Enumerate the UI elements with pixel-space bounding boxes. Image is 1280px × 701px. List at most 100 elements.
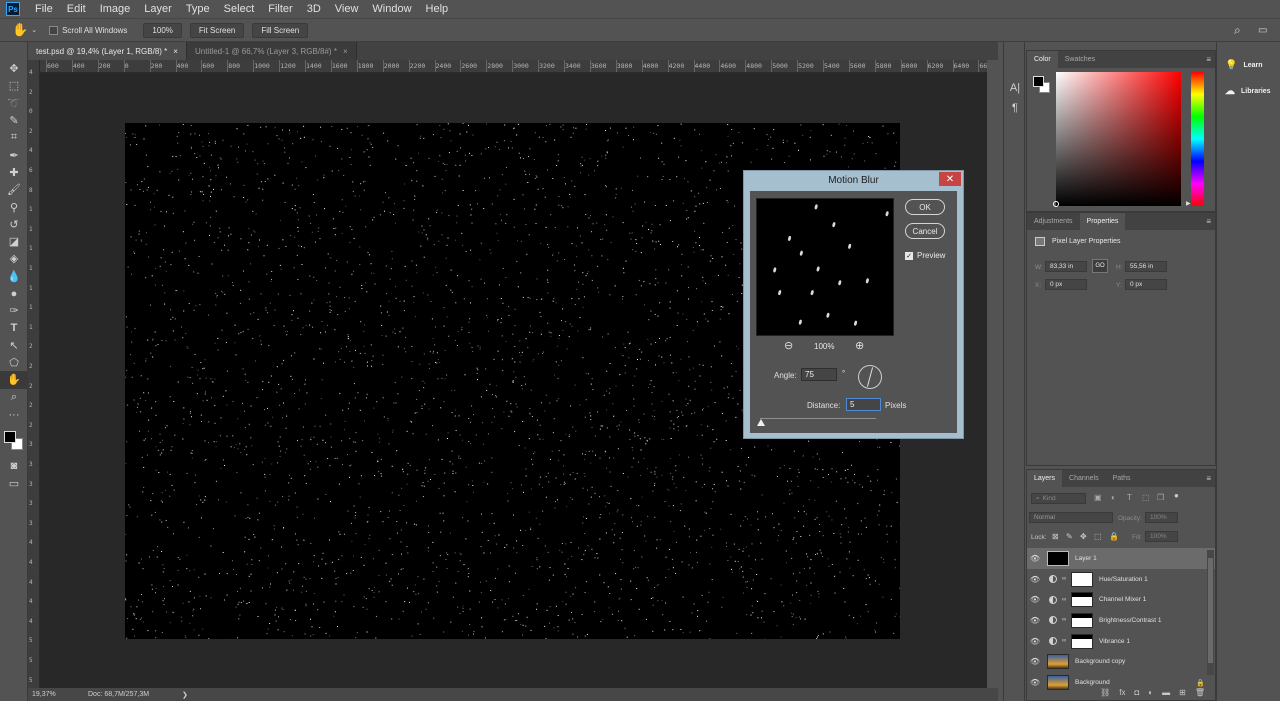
- history-brush-tool-icon[interactable]: ↺: [0, 216, 28, 233]
- checkbox-box[interactable]: [49, 25, 59, 35]
- screen-mode-icon[interactable]: ▭: [0, 475, 28, 492]
- blend-mode-select[interactable]: Normal: [1029, 512, 1113, 523]
- link-layers-icon[interactable]: ⛓: [1100, 688, 1110, 697]
- hand-tool-icon[interactable]: ✋: [0, 371, 28, 389]
- paint-bucket-tool-icon[interactable]: ◈: [0, 250, 28, 267]
- status-menu-arrow-icon[interactable]: ❯: [182, 691, 188, 699]
- x-field[interactable]: 0 px: [1045, 279, 1087, 290]
- paragraph-panel-icon[interactable]: ¶: [1004, 98, 1026, 118]
- tool-preset-chevron-down-icon[interactable]: ⌄: [31, 26, 37, 34]
- trash-icon[interactable]: 🗑: [1195, 688, 1205, 697]
- angle-input[interactable]: 75: [801, 368, 837, 381]
- eye-icon[interactable]: 👁: [1027, 657, 1043, 666]
- layers-scrollbar-thumb[interactable]: [1208, 558, 1213, 663]
- healing-brush-tool-icon[interactable]: ✚: [0, 164, 28, 181]
- learn-button[interactable]: 💡 Learn: [1217, 52, 1280, 78]
- filter-pixel-icon[interactable]: ▣: [1094, 493, 1102, 502]
- menu-filter[interactable]: Filter: [261, 3, 299, 15]
- shape-tool-icon[interactable]: ⬠: [0, 354, 28, 371]
- filter-toggle-icon[interactable]: ●: [1174, 491, 1179, 500]
- color-picker-field[interactable]: [1056, 72, 1181, 206]
- new-layer-icon[interactable]: ⊞: [1179, 688, 1186, 697]
- width-field[interactable]: 83,33 in: [1045, 261, 1087, 272]
- brush-tool-icon[interactable]: 🖌: [0, 181, 28, 198]
- fill-field[interactable]: 100%: [1145, 531, 1178, 542]
- menu-layer[interactable]: Layer: [137, 3, 179, 15]
- eraser-tool-icon[interactable]: ◪: [0, 233, 28, 250]
- height-field[interactable]: 55,56 in: [1125, 261, 1167, 272]
- y-field[interactable]: 0 px: [1125, 279, 1167, 290]
- hue-slider[interactable]: [1191, 72, 1204, 206]
- menu-view[interactable]: View: [328, 3, 366, 15]
- blur-tool-icon[interactable]: 💧: [0, 268, 28, 285]
- ok-button[interactable]: OK: [905, 199, 945, 215]
- filter-type-icon[interactable]: T: [1127, 493, 1132, 502]
- zoom-level[interactable]: 19,37%: [32, 691, 84, 698]
- quick-select-tool-icon[interactable]: ✎: [0, 112, 28, 129]
- vertical-ruler[interactable]: 42024681111111222223333344444555: [28, 60, 40, 688]
- panel-menu-icon[interactable]: ≡: [1206, 474, 1211, 483]
- menu-3d[interactable]: 3D: [300, 3, 328, 15]
- workspace-icon[interactable]: ▭: [1258, 25, 1267, 36]
- cancel-button[interactable]: Cancel: [905, 223, 945, 239]
- layer-row[interactable]: 👁 ∞ Vibrance 1: [1027, 631, 1215, 652]
- layer-filter-kind[interactable]: ⌕ Kind: [1031, 493, 1086, 504]
- close-icon[interactable]: ×: [343, 47, 348, 56]
- search-icon[interactable]: ⌕: [1234, 23, 1241, 38]
- preview-check-icon[interactable]: ✓: [905, 251, 913, 260]
- panel-menu-icon[interactable]: ≡: [1206, 55, 1211, 64]
- zoom-out-icon[interactable]: ⊖: [784, 339, 793, 352]
- tab-swatches[interactable]: Swatches: [1058, 51, 1102, 68]
- menu-type[interactable]: Type: [179, 3, 217, 15]
- move-tool-icon[interactable]: ✥: [0, 60, 28, 77]
- tab-properties[interactable]: Properties: [1079, 213, 1126, 230]
- mask-link-icon[interactable]: ∞: [1062, 617, 1066, 623]
- more-tools-icon[interactable]: ···: [0, 406, 28, 423]
- mask-link-icon[interactable]: ∞: [1062, 576, 1066, 582]
- quick-mask-icon[interactable]: ◙: [0, 457, 28, 474]
- lock-all-icon[interactable]: 🔒: [1109, 532, 1119, 541]
- character-panel-icon[interactable]: A|: [1004, 78, 1026, 98]
- color-swatches[interactable]: [0, 423, 27, 457]
- distance-slider-track[interactable]: [760, 418, 876, 419]
- tab-channels[interactable]: Channels: [1062, 470, 1106, 487]
- layer-row[interactable]: 👁 Background copy: [1027, 652, 1215, 673]
- layer-mask-thumbnail[interactable]: [1071, 571, 1093, 587]
- eye-icon[interactable]: 👁: [1027, 595, 1043, 604]
- panel-menu-icon[interactable]: ≡: [1206, 217, 1211, 226]
- type-tool-icon[interactable]: T: [0, 319, 28, 336]
- new-group-icon[interactable]: ▬: [1162, 688, 1170, 697]
- layer-row[interactable]: 👁 ∞ Channel Mixer 1: [1027, 589, 1215, 610]
- lock-position-icon[interactable]: ✥: [1080, 532, 1087, 541]
- tab-color[interactable]: Color: [1027, 51, 1058, 68]
- crop-tool-icon[interactable]: ⌗: [0, 129, 28, 146]
- menu-help[interactable]: Help: [419, 3, 456, 15]
- filter-preview[interactable]: [756, 198, 894, 336]
- mask-link-icon[interactable]: ∞: [1062, 597, 1066, 603]
- filter-smart-object-icon[interactable]: ❐: [1157, 493, 1164, 502]
- zoom-100-button[interactable]: 100%: [143, 22, 182, 38]
- preview-checkbox[interactable]: ✓ Preview: [905, 251, 945, 260]
- eye-icon[interactable]: 👁: [1027, 616, 1043, 625]
- pen-tool-icon[interactable]: ✑: [0, 302, 28, 319]
- eye-icon[interactable]: 👁: [1027, 637, 1043, 646]
- layer-row[interactable]: 👁 ∞ Brightness/Contrast 1: [1027, 610, 1215, 631]
- dialog-title[interactable]: Motion Blur: [744, 171, 963, 189]
- tab-layers[interactable]: Layers: [1027, 470, 1063, 487]
- layer-mask-thumbnail[interactable]: [1071, 592, 1093, 608]
- fx-icon[interactable]: fx: [1119, 688, 1125, 697]
- link-dimensions-icon[interactable]: GO: [1092, 259, 1108, 273]
- menu-file[interactable]: File: [28, 3, 60, 15]
- filter-adjustment-icon[interactable]: ◐: [1111, 493, 1116, 502]
- lock-transparent-icon[interactable]: ⊠: [1052, 532, 1059, 541]
- eye-icon[interactable]: 👁: [1027, 575, 1043, 584]
- fill-screen-button[interactable]: Fill Screen: [252, 22, 309, 38]
- libraries-button[interactable]: ☁ Libraries: [1217, 78, 1280, 104]
- angle-dial[interactable]: [857, 364, 883, 390]
- menu-image[interactable]: Image: [93, 3, 138, 15]
- tab-untitled-1[interactable]: Untitled-1 @ 66,7% (Layer 3, RGB/8#) * ×: [186, 42, 357, 60]
- path-selection-tool-icon[interactable]: ↖: [0, 337, 28, 354]
- menu-edit[interactable]: Edit: [60, 3, 93, 15]
- zoom-in-icon[interactable]: ⊕: [855, 339, 864, 352]
- mask-link-icon[interactable]: ∞: [1062, 638, 1066, 644]
